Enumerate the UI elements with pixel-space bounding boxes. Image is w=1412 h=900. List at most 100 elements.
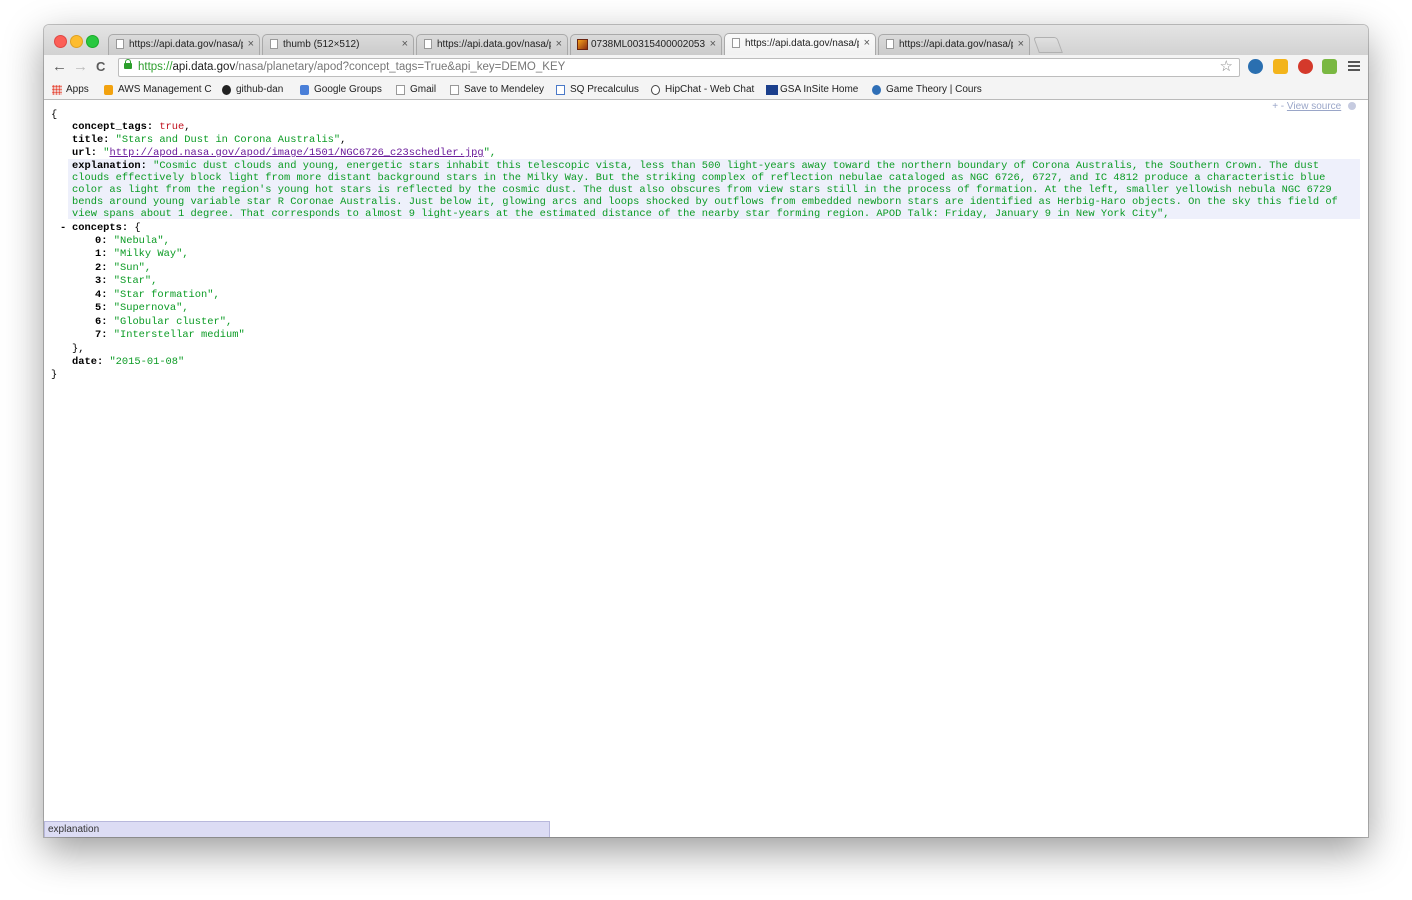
expand-collapse-toggle[interactable]: + - bbox=[1272, 101, 1284, 112]
viewer-controls: + - View source bbox=[1272, 101, 1356, 113]
bookmark-apps[interactable]: Apps bbox=[52, 83, 89, 97]
close-icon[interactable]: × bbox=[402, 35, 408, 54]
globe-extension-icon[interactable] bbox=[1248, 59, 1263, 74]
json-value: "Milky Way", bbox=[113, 248, 189, 260]
image-url-link[interactable]: http://apod.nasa.gov/apod/image/1501/NGC… bbox=[109, 147, 483, 159]
list-item[interactable]: 7: "Interstellar medium" bbox=[95, 329, 245, 341]
json-row-concepts[interactable]: concepts: { bbox=[72, 222, 141, 234]
gift-extension-icon[interactable] bbox=[1273, 59, 1288, 74]
json-value: "2015-01-08" bbox=[109, 356, 185, 368]
bookmark-google-groups[interactable]: Google Groups bbox=[300, 83, 382, 97]
list-item[interactable]: 6: "Globular cluster", bbox=[95, 316, 232, 328]
bookmark-star-icon[interactable]: ☆ bbox=[1220, 58, 1233, 75]
zoom-window-button[interactable] bbox=[86, 35, 99, 48]
json-row-explanation[interactable]: explanation: "Cosmic dust clouds and you… bbox=[72, 160, 1357, 220]
bookmark-label: Gmail bbox=[410, 84, 437, 95]
tab-title: https://api.data.gov/nasa/p bbox=[899, 39, 1013, 50]
list-item[interactable]: 3: "Star", bbox=[95, 275, 157, 287]
tab-5-active[interactable]: https://api.data.gov/nasa/p × bbox=[724, 33, 876, 55]
minimize-window-button[interactable] bbox=[70, 35, 83, 48]
bookmark-label: Game Theory | Cours bbox=[886, 84, 982, 95]
json-open-brace: { bbox=[51, 109, 58, 121]
tab-6[interactable]: https://api.data.gov/nasa/p × bbox=[878, 34, 1030, 55]
list-item[interactable]: 2: "Sun", bbox=[95, 262, 151, 274]
aws-icon bbox=[104, 85, 113, 95]
json-value: "Globular cluster", bbox=[113, 316, 233, 328]
tab-3[interactable]: https://api.data.gov/nasa/p × bbox=[416, 34, 568, 55]
lock-icon bbox=[124, 59, 132, 69]
json-viewer: + - View source { concept_tags: true, ti… bbox=[44, 100, 1368, 837]
tab-title: https://api.data.gov/nasa/p bbox=[129, 39, 243, 50]
view-source-link[interactable]: View source bbox=[1287, 101, 1341, 112]
json-value: "Supernova", bbox=[113, 302, 189, 314]
close-window-button[interactable] bbox=[54, 35, 67, 48]
github-icon bbox=[222, 85, 231, 95]
json-row-date[interactable]: date: "2015-01-08" bbox=[72, 356, 184, 368]
json-row-url[interactable]: url: "http://apod.nasa.gov/apod/image/15… bbox=[72, 147, 496, 159]
close-icon[interactable]: × bbox=[1018, 35, 1024, 54]
new-tab-button[interactable] bbox=[1033, 37, 1063, 53]
url-scheme: https:// bbox=[138, 61, 173, 73]
page-icon bbox=[270, 39, 278, 49]
hipchat-icon bbox=[651, 85, 660, 95]
bookmarks-bar: Apps AWS Management C github-dan Google … bbox=[44, 80, 1368, 100]
bookmark-sq-precalculus[interactable]: SQ Precalculus bbox=[556, 83, 639, 97]
gear-icon[interactable] bbox=[1348, 102, 1356, 110]
close-icon[interactable]: × bbox=[248, 35, 254, 54]
json-row-title[interactable]: title: "Stars and Dust in Corona Austral… bbox=[72, 134, 346, 146]
acrobat-extension-icon[interactable] bbox=[1298, 59, 1313, 74]
browser-window: https://api.data.gov/nasa/p × thumb (512… bbox=[44, 25, 1368, 837]
bookmark-gsa-insite[interactable]: GSA InSite Home bbox=[766, 83, 858, 97]
bookmark-hipchat[interactable]: HipChat - Web Chat bbox=[651, 83, 754, 97]
bookmark-label: AWS Management C bbox=[118, 84, 212, 95]
bookmark-label: Apps bbox=[66, 84, 89, 95]
list-item[interactable]: 5: "Supernova", bbox=[95, 302, 189, 314]
json-row-concept-tags[interactable]: concept_tags: true, bbox=[72, 121, 191, 133]
json-index: 1: bbox=[95, 248, 108, 260]
tab-4[interactable]: 0738ML00315400002053 × bbox=[570, 34, 722, 55]
list-item[interactable]: 1: "Milky Way", bbox=[95, 248, 189, 260]
json-close-concepts: }, bbox=[72, 343, 85, 355]
forward-button[interactable]: → bbox=[73, 58, 88, 76]
list-item[interactable]: 4: "Star formation", bbox=[95, 289, 220, 301]
json-key: explanation: bbox=[72, 160, 147, 172]
tab-1[interactable]: https://api.data.gov/nasa/p × bbox=[108, 34, 260, 55]
toolbar: ← → C https://api.data.gov/nasa/planetar… bbox=[44, 55, 1368, 80]
json-index: 5: bbox=[95, 302, 108, 314]
bookmark-mendeley[interactable]: Save to Mendeley bbox=[450, 83, 544, 97]
status-bar: explanation bbox=[44, 821, 550, 837]
bookmark-game-theory[interactable]: Game Theory | Cours bbox=[872, 83, 982, 97]
page-icon bbox=[450, 85, 459, 95]
tab-2[interactable]: thumb (512×512) × bbox=[262, 34, 414, 55]
gsa-icon bbox=[766, 85, 778, 95]
json-index: 7: bbox=[95, 329, 108, 341]
sq-icon bbox=[556, 85, 565, 95]
close-icon[interactable]: × bbox=[864, 34, 870, 53]
tab-title: https://api.data.gov/nasa/p bbox=[745, 38, 859, 49]
json-index: 3: bbox=[95, 275, 108, 287]
page-icon bbox=[116, 39, 124, 49]
close-icon[interactable]: × bbox=[556, 35, 562, 54]
json-quote: ", bbox=[483, 147, 497, 159]
apps-grid-icon bbox=[52, 85, 62, 95]
bookmark-gmail[interactable]: Gmail bbox=[396, 83, 436, 97]
bookmark-label: Save to Mendeley bbox=[464, 84, 545, 95]
url-host: api.data.gov bbox=[172, 61, 236, 73]
evernote-extension-icon[interactable] bbox=[1322, 59, 1337, 74]
json-value: true bbox=[159, 121, 185, 133]
bookmark-aws[interactable]: AWS Management C bbox=[104, 83, 212, 97]
bookmark-label: GSA InSite Home bbox=[780, 84, 859, 95]
bookmark-github-dan[interactable]: github-dan bbox=[222, 83, 283, 97]
reload-button[interactable]: C bbox=[96, 58, 105, 76]
close-icon[interactable]: × bbox=[710, 35, 716, 54]
page-icon bbox=[396, 85, 405, 95]
list-item[interactable]: 0: "Nebula", bbox=[95, 235, 170, 247]
json-value: "Star formation", bbox=[113, 289, 220, 301]
json-index: 6: bbox=[95, 316, 108, 328]
back-button[interactable]: ← bbox=[52, 58, 67, 76]
menu-icon[interactable] bbox=[1348, 61, 1360, 73]
page-icon bbox=[732, 38, 740, 48]
address-bar[interactable]: https://api.data.gov/nasa/planetary/apod… bbox=[118, 58, 1240, 77]
json-close-brace: } bbox=[51, 369, 58, 381]
collapse-toggle[interactable]: - bbox=[60, 222, 66, 234]
